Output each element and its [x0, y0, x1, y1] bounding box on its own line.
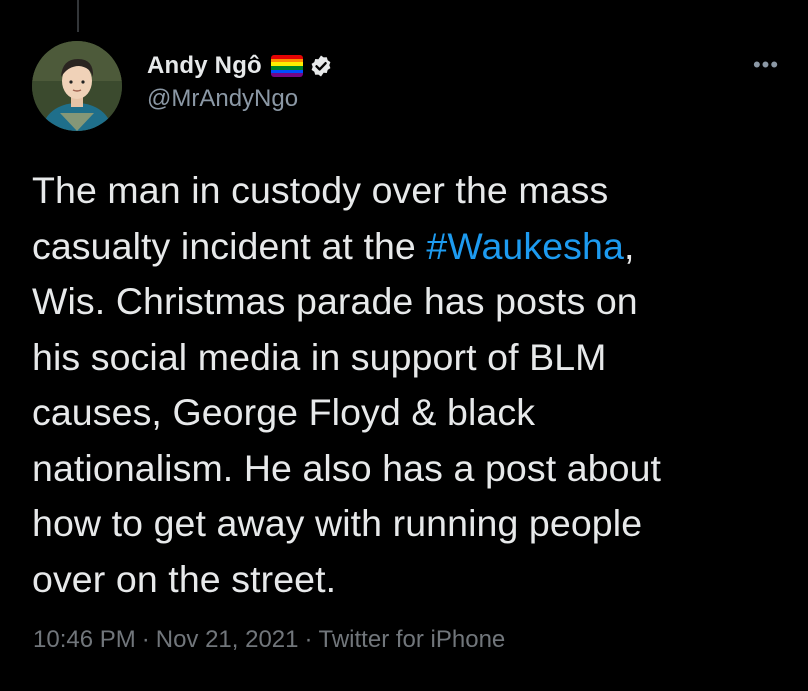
- hashtag-link[interactable]: #Waukesha: [426, 225, 624, 267]
- tweet-date[interactable]: Nov 21, 2021: [156, 626, 299, 653]
- thread-connector-line: [77, 0, 79, 32]
- tweet-line: casualty incident at the #Waukesha,: [32, 224, 635, 267]
- tweet-time[interactable]: 10:46 PM: [33, 626, 136, 653]
- tweet-line: over on the street.: [32, 557, 337, 600]
- avatar-image: [32, 41, 122, 131]
- tweet-metadata: 10:46 PM · Nov 21, 2021 · Twitter for iPhone: [33, 626, 505, 654]
- tweet-line: how to get away with running people: [32, 502, 643, 544]
- tweet-line: nationalism. He also has a post about: [32, 446, 662, 489]
- author-name-row: Andy Ngô: [147, 50, 333, 82]
- tweet-line: Wis. Christmas parade has posts on: [32, 280, 638, 322]
- separator-dot: ·: [304, 626, 313, 653]
- verified-badge-icon[interactable]: [309, 54, 333, 78]
- tweet-line: his social media in support of BLM: [32, 335, 607, 378]
- tweet-text: The man in custody over the mass casualt…: [32, 163, 792, 607]
- separator-dot: ·: [141, 626, 150, 653]
- author-handle[interactable]: @MrAndyNgo: [147, 85, 333, 113]
- tweet-source[interactable]: Twitter for iPhone: [319, 626, 506, 653]
- more-options-icon[interactable]: •••: [748, 54, 784, 76]
- tweet-header: Andy Ngô @MrAndyNgo: [147, 50, 333, 130]
- tweet-line: causes, George Floyd & black: [32, 391, 536, 433]
- rainbow-flag-icon: [270, 55, 303, 77]
- author-display-name[interactable]: Andy Ngô: [147, 52, 262, 80]
- tweet-line: The man in custody over the mass: [32, 169, 609, 211]
- avatar[interactable]: [32, 41, 122, 131]
